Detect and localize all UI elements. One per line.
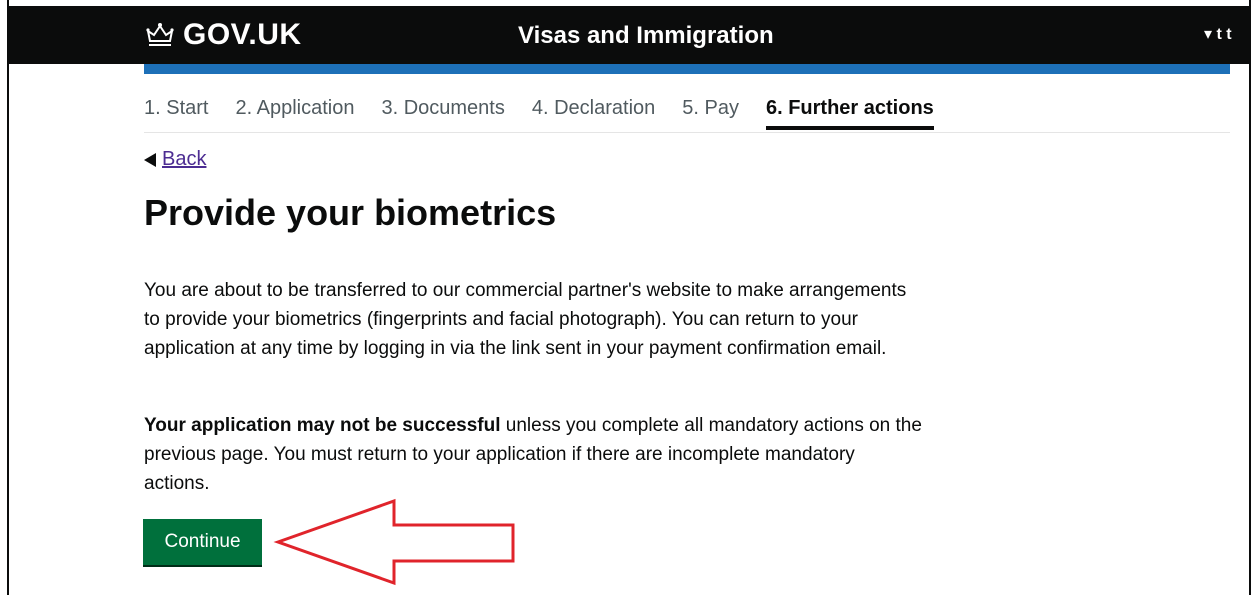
step-documents: 3. Documents: [381, 97, 505, 119]
step-application: 2. Application: [235, 97, 355, 119]
header-blue-bar: [144, 64, 1230, 74]
left-border: [7, 0, 9, 595]
progress-steps: 1. Start 2. Application 3. Documents 4. …: [144, 96, 1230, 133]
step-further-actions: 6. Further actions: [765, 96, 934, 130]
right-border: [1249, 0, 1251, 595]
govuk-logo-link[interactable]: GOV.UK: [145, 18, 302, 52]
back-link-label: Back: [162, 148, 207, 170]
back-link[interactable]: Back: [144, 148, 206, 171]
step-start: 1. Start: [144, 97, 209, 119]
site-header: GOV.UK Visas and Immigration ▾ t t: [9, 6, 1249, 64]
continue-button[interactable]: Continue: [143, 519, 262, 565]
triangle-left-icon: [144, 152, 156, 167]
warning-bold-text: Your application may not be successful: [144, 415, 501, 436]
red-arrow-annotation: [273, 498, 515, 586]
service-name[interactable]: Visas and Immigration: [518, 22, 774, 50]
step-pay: 5. Pay: [682, 97, 739, 119]
step-declaration: 4. Declaration: [531, 97, 656, 119]
logo-text: GOV.UK: [183, 18, 302, 51]
intro-paragraph: You are about to be transferred to our c…: [144, 280, 907, 359]
warning-paragraph: Your application may not be successful u…: [144, 411, 924, 498]
header-corner-text: ▾ t t: [1204, 26, 1232, 43]
crown-icon: [146, 23, 174, 46]
page-title: Provide your biometrics: [144, 192, 557, 233]
